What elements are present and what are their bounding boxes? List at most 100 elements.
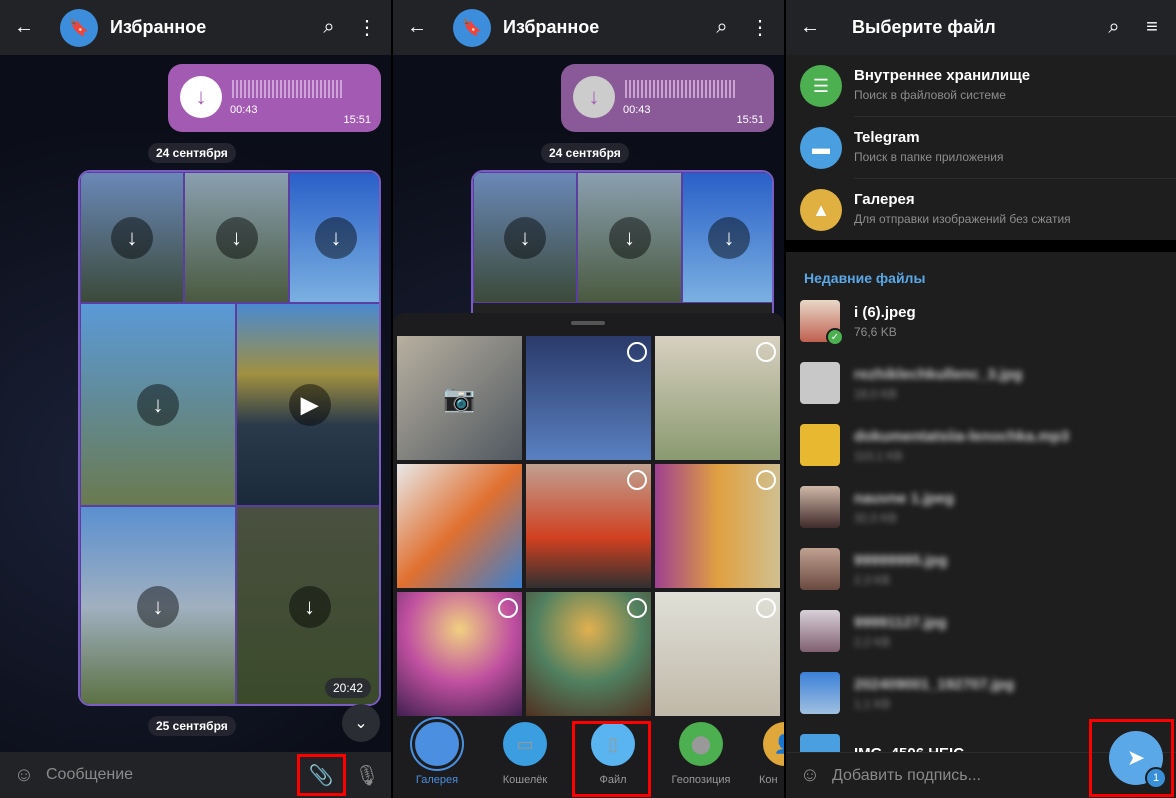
file-name: nauvne 1.jpeg	[854, 489, 955, 507]
file-name: 99991127.jpg	[854, 613, 947, 631]
file-name: rezhiklechkullenc_3.jpg	[854, 365, 1023, 383]
album-photo[interactable]: ↓	[236, 506, 379, 704]
select-checkbox[interactable]	[498, 598, 518, 618]
tab-wallet[interactable]: ▭ Кошелёк	[481, 712, 569, 798]
file-item[interactable]: nauvne 1.jpeg 32,0 KB	[786, 476, 1176, 538]
download-icon[interactable]: ↓	[137, 586, 179, 628]
file-item[interactable]: 99991127.jpg 2,2 KB	[786, 600, 1176, 662]
download-icon[interactable]: ↓	[315, 216, 357, 259]
download-icon[interactable]: ↓	[215, 216, 258, 259]
file-size: 18,0 KB	[854, 386, 897, 401]
gallery-photo[interactable]	[397, 592, 522, 716]
chat-screen: ← 🔖 Избранное ⌕ ⋮ ↓ 00:43 15:51 24 сентя…	[0, 0, 391, 798]
saved-messages-avatar[interactable]: 🔖	[60, 8, 98, 47]
download-icon[interactable]: ↓	[180, 76, 222, 118]
gallery-photo[interactable]	[655, 336, 780, 460]
album-photo[interactable]: ↓	[80, 506, 236, 704]
tab-gallery[interactable]: ▣ Галерея	[393, 712, 481, 798]
file-item[interactable]: ✓ i (6).jpeg 76,6 KB	[786, 290, 1176, 352]
album-photo[interactable]: ↓	[80, 303, 236, 506]
camera-tile[interactable]: 📷	[397, 336, 522, 460]
album-photo[interactable]: ↓	[289, 172, 379, 303]
bookmark-icon: 🔖	[69, 19, 89, 37]
gallery-photo[interactable]	[526, 592, 651, 716]
location-pin-icon: ⬤	[679, 722, 723, 766]
gallery-photo[interactable]	[655, 592, 780, 716]
download-icon[interactable]: ↓	[288, 586, 331, 628]
select-checkbox[interactable]	[627, 598, 647, 618]
microphone-icon[interactable]: 🎙	[354, 763, 379, 787]
album-photo[interactable]: ↓	[473, 172, 577, 303]
source-telegram[interactable]: ▬ Telegram Поиск в папке приложения	[786, 117, 1176, 179]
more-icon[interactable]: ⋮	[355, 16, 379, 40]
download-icon[interactable]: ↓	[111, 216, 153, 259]
message-input[interactable]: Сообщение	[46, 766, 309, 784]
download-icon[interactable]: ↓	[137, 383, 179, 426]
back-arrow-icon[interactable]: ←	[798, 16, 822, 40]
download-icon[interactable]: ↓	[708, 216, 750, 259]
file-thumbnail	[800, 548, 840, 590]
recent-files-header: Недавние файлы	[804, 270, 926, 286]
source-internal-storage[interactable]: ☰ Внутреннее хранилище Поиск в файловой си…	[786, 55, 1176, 117]
file-thumbnail	[800, 486, 840, 528]
tab-contact[interactable]: 👤 Кон	[745, 712, 784, 798]
source-subtitle: Поиск в файловой системе	[854, 88, 1006, 102]
file-item[interactable]: 99999995.jpg 2,3 KB	[786, 538, 1176, 600]
file-size: 76,6 KB	[854, 324, 897, 339]
file-name: dokumentatsiia-lenochka.mp3	[854, 427, 1070, 445]
voice-message[interactable]: ↓ 00:43 15:51	[168, 64, 381, 132]
select-checkbox[interactable]	[627, 342, 647, 362]
file-thumbnail	[800, 424, 840, 466]
photo-album[interactable]: ↓ ↓ ↓	[471, 170, 774, 330]
search-icon[interactable]: ⌕	[317, 16, 341, 40]
contact-icon: 👤	[763, 722, 784, 766]
gallery-photo[interactable]	[397, 464, 522, 588]
album-time: 20:42	[324, 678, 371, 698]
saved-messages-avatar[interactable]: 🔖	[453, 8, 491, 47]
file-item[interactable]: rezhiklechkullenc_3.jpg 18,0 KB	[786, 352, 1176, 414]
download-icon[interactable]: ↓	[504, 216, 546, 259]
gallery-photo[interactable]	[526, 464, 651, 588]
play-icon[interactable]: ▶	[288, 383, 331, 426]
voice-duration: 00:43	[623, 104, 651, 116]
back-arrow-icon[interactable]: ←	[12, 16, 36, 40]
source-subtitle: Поиск в папке приложения	[854, 150, 1004, 164]
picker-title: Выберите файл	[852, 17, 996, 37]
file-item[interactable]: 202409001_192707.jpg 1,1 KB	[786, 662, 1176, 724]
select-checkbox[interactable]	[756, 342, 776, 362]
source-gallery[interactable]: ▲ Галерея Для отправки изображений без сжа…	[786, 179, 1176, 241]
album-photo[interactable]: ↓	[577, 172, 682, 303]
file-size: 1,1 KB	[854, 696, 891, 711]
search-icon[interactable]: ⌕	[1102, 16, 1126, 40]
emoji-icon[interactable]: ☺	[798, 764, 822, 788]
waveform	[625, 80, 735, 98]
select-checkbox[interactable]	[756, 470, 776, 490]
download-icon[interactable]: ↓	[573, 76, 615, 118]
sort-icon[interactable]: ≡	[1140, 16, 1164, 40]
chevron-down-icon: ⌄	[354, 715, 368, 732]
source-title: Галерея	[854, 191, 915, 208]
album-video[interactable]: ▶	[236, 303, 379, 506]
file-item[interactable]: dokumentatsiia-lenochka.mp3 110,1 KB	[786, 414, 1176, 476]
download-icon[interactable]: ↓	[608, 216, 651, 259]
emoji-icon[interactable]: ☺	[12, 763, 36, 787]
voice-message[interactable]: ↓ 00:43 15:51	[561, 64, 774, 132]
tab-location[interactable]: ⬤ Геопозиция	[657, 712, 745, 798]
more-icon[interactable]: ⋮	[748, 16, 772, 40]
album-photo[interactable]: ↓	[682, 172, 772, 303]
album-photo[interactable]: ↓	[184, 172, 289, 303]
file-size: 110,1 KB	[854, 448, 903, 463]
gallery-photo[interactable]	[526, 336, 651, 460]
album-photo[interactable]: ↓	[80, 172, 184, 303]
drag-handle[interactable]	[571, 321, 605, 325]
search-icon[interactable]: ⌕	[710, 16, 734, 40]
scroll-down-button[interactable]: ⌄	[342, 704, 380, 742]
gallery-photo[interactable]	[655, 464, 780, 588]
file-name: 99999995.jpg	[854, 551, 948, 569]
photo-album[interactable]: ↓ ↓ ↓ ↓ ▶ ↓ ↓ 20:42	[78, 170, 381, 706]
back-arrow-icon[interactable]: ←	[405, 16, 429, 40]
select-checkbox[interactable]	[627, 470, 647, 490]
file-picker-screen: ← Выберите файл ⌕ ≡ ☰ Внутреннее хранилищ…	[786, 0, 1176, 798]
voice-duration: 00:43	[230, 104, 258, 116]
select-checkbox[interactable]	[756, 598, 776, 618]
